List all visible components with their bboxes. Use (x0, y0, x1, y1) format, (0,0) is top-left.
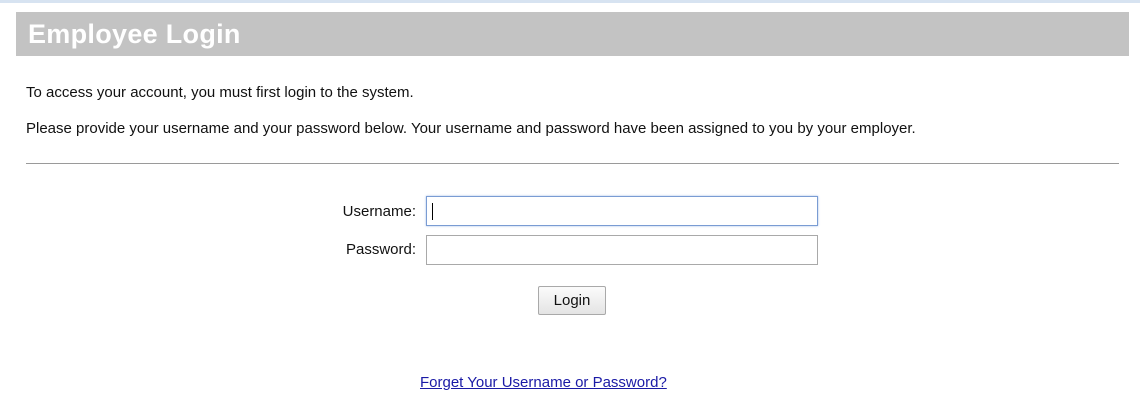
page-title: Employee Login (28, 18, 241, 49)
login-page: Employee Login To access your account, y… (0, 0, 1140, 400)
username-input[interactable] (426, 196, 818, 226)
password-input[interactable] (426, 235, 818, 265)
login-button[interactable]: Login (538, 286, 606, 315)
text-cursor (432, 203, 433, 220)
intro-text-access: To access your account, you must first l… (26, 84, 414, 101)
username-label: Username: (342, 203, 416, 220)
forgot-credentials-link[interactable]: Forget Your Username or Password? (420, 374, 667, 391)
password-label: Password: (345, 241, 416, 258)
section-divider (26, 163, 1119, 164)
intro-text-credentials: Please provide your username and your pa… (26, 120, 916, 137)
title-bar: Employee Login (16, 12, 1129, 56)
